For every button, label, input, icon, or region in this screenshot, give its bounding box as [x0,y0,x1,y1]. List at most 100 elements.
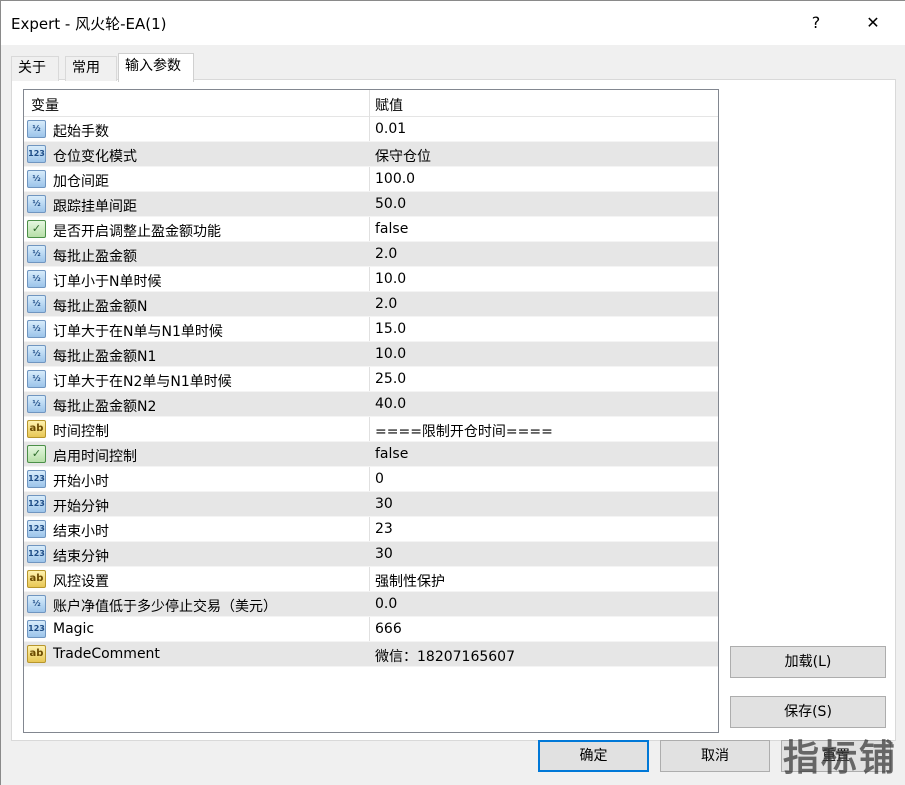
column-header-value[interactable]: 赋值 [375,95,403,115]
parameter-name: 订单小于N单时候 [53,274,162,290]
parameter-value[interactable]: ====限制开仓时间==== [375,421,553,441]
table-row[interactable]: ✓ 启用时间控制 false [24,442,718,467]
ok-button[interactable]: 确定 [538,740,649,772]
parameter-name: 加仓间距 [53,174,109,190]
parameter-name: 跟踪挂单间距 [53,199,137,215]
help-button[interactable]: ? [798,7,834,39]
cancel-button[interactable]: 取消 [660,740,770,772]
table-row[interactable]: ½ 订单大于在N单与N1单时候 15.0 [24,317,718,342]
table-row[interactable]: 123 开始分钟 30 [24,492,718,517]
load-label: 加载(L) [784,654,832,670]
parameter-value[interactable]: 50.0 [375,196,406,212]
table-row[interactable]: ½ 起始手数 0.01 [24,117,718,142]
parameter-value[interactable]: 10.0 [375,346,406,362]
tab-inputs[interactable]: 输入参数 [118,53,194,82]
parameter-value[interactable]: 0 [375,471,384,487]
int-icon: 123 [27,545,46,563]
table-row[interactable]: 123 结束小时 23 [24,517,718,542]
bool-icon: ✓ [27,220,46,238]
table-row[interactable]: ½ 跟踪挂单间距 50.0 [24,192,718,217]
parameter-value[interactable]: 15.0 [375,321,406,337]
parameter-name: 时间控制 [53,424,109,440]
table-row[interactable]: ab TradeComment 微信：18207165607 [24,642,718,667]
window-title: Expert - 风火轮-EA(1) [11,15,167,33]
parameter-value[interactable]: 30 [375,546,393,562]
parameter-name: Magic [53,621,95,637]
parameter-value[interactable]: 23 [375,521,393,537]
parameter-value[interactable]: 0.01 [375,121,406,137]
parameter-name: 是否开启调整止盈金额功能 [53,224,221,240]
parameter-name: 仓位变化模式 [53,149,137,165]
double-icon: ½ [27,270,46,288]
double-icon: ½ [27,595,46,613]
tab-about[interactable]: 关于 [11,56,59,81]
parameter-name: 结束分钟 [53,549,109,565]
parameter-value[interactable]: 0.0 [375,596,397,612]
load-button[interactable]: 加载(L) [730,646,886,678]
parameter-name: 结束小时 [53,524,109,540]
table-row[interactable]: 123 开始小时 0 [24,467,718,492]
parameter-value[interactable]: false [375,221,408,237]
parameter-value[interactable]: 25.0 [375,371,406,387]
table-row[interactable]: ½ 每批止盈金额N2 40.0 [24,392,718,417]
table-row[interactable]: 123 结束分钟 30 [24,542,718,567]
parameter-value[interactable]: 保守仓位 [375,146,431,166]
watermark-logo: 指标铺 [783,738,898,779]
parameter-value[interactable]: 40.0 [375,396,406,412]
string-icon: ab [27,420,46,438]
column-header-variable[interactable]: 变量 [31,95,59,115]
parameter-name: 启用时间控制 [53,449,137,465]
table-row[interactable]: ½ 每批止盈金额N 2.0 [24,292,718,317]
double-icon: ½ [27,295,46,313]
table-row[interactable]: ½ 订单大于在N2单与N1单时候 25.0 [24,367,718,392]
table-row[interactable]: ½ 账户净值低于多少停止交易（美元） 0.0 [24,592,718,617]
parameter-value[interactable]: 100.0 [375,171,415,187]
parameter-value[interactable]: 2.0 [375,296,397,312]
table-row[interactable]: 123 仓位变化模式 保守仓位 [24,142,718,167]
parameter-name: 开始小时 [53,474,109,490]
int-icon: 123 [27,495,46,513]
parameter-name: 开始分钟 [53,499,109,515]
parameter-name: 订单大于在N2单与N1单时候 [53,374,232,390]
parameter-name: 订单大于在N单与N1单时候 [53,324,223,340]
title-bar: Expert - 风火轮-EA(1) ? ✕ [1,1,905,45]
double-icon: ½ [27,395,46,413]
double-icon: ½ [27,195,46,213]
table-row[interactable]: ½ 每批止盈金额 2.0 [24,242,718,267]
table-header: 变量 赋值 [24,90,718,117]
table-row[interactable]: 123 Magic 666 [24,617,718,642]
tab-common[interactable]: 常用 [65,56,117,81]
table-row[interactable]: ½ 订单小于N单时候 10.0 [24,267,718,292]
table-row[interactable]: ½ 每批止盈金额N1 10.0 [24,342,718,367]
parameter-value[interactable]: 强制性保护 [375,571,445,591]
parameter-name: 每批止盈金额N2 [53,399,157,415]
parameter-value[interactable]: 666 [375,621,402,637]
table-row[interactable]: ab 风控设置 强制性保护 [24,567,718,592]
parameter-value[interactable]: 2.0 [375,246,397,262]
double-icon: ½ [27,320,46,338]
int-icon: 123 [27,520,46,538]
int-icon: 123 [27,470,46,488]
table-row[interactable]: ½ 加仓间距 100.0 [24,167,718,192]
double-icon: ½ [27,370,46,388]
parameter-value[interactable]: false [375,446,408,462]
parameter-name: 每批止盈金额N [53,299,148,315]
bool-icon: ✓ [27,445,46,463]
parameter-value[interactable]: 10.0 [375,271,406,287]
int-icon: 123 [27,145,46,163]
double-icon: ½ [27,345,46,363]
table-row[interactable]: ✓ 是否开启调整止盈金额功能 false [24,217,718,242]
save-label: 保存(S) [784,704,832,720]
string-icon: ab [27,570,46,588]
parameter-value[interactable]: 微信：18207165607 [375,646,515,666]
double-icon: ½ [27,245,46,263]
table-row[interactable]: ab 时间控制 ====限制开仓时间==== [24,417,718,442]
parameters-table[interactable]: 变量 赋值 ½ 起始手数 0.01 123 仓位变化模式 保守仓位 ½ 加仓间距 100.0 ½ 跟… [23,89,719,733]
parameter-name: 每批止盈金额N1 [53,349,157,365]
parameter-name: 风控设置 [53,574,109,590]
parameter-value[interactable]: 30 [375,496,393,512]
save-button[interactable]: 保存(S) [730,696,886,728]
double-icon: ½ [27,120,46,138]
double-icon: ½ [27,170,46,188]
close-button[interactable]: ✕ [855,7,891,39]
